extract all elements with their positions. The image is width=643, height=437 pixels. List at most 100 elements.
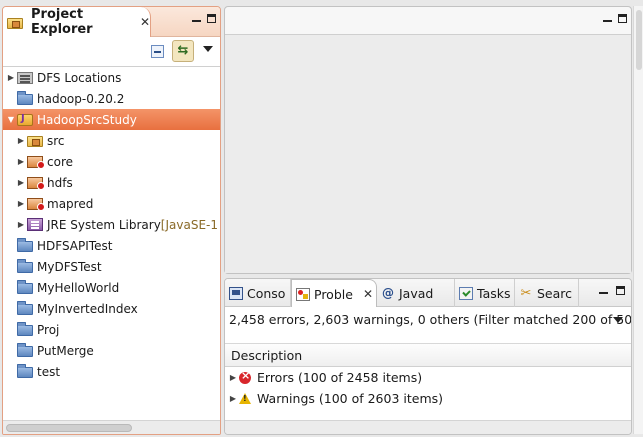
tasks-icon xyxy=(459,286,473,300)
expand-arrow-icon[interactable]: ▶ xyxy=(15,199,27,208)
tree-item-label: core xyxy=(47,154,73,169)
close-icon[interactable]: ✕ xyxy=(363,287,373,301)
view-menu-icon[interactable] xyxy=(203,46,213,52)
tree-item-label: src xyxy=(47,133,65,148)
folder-icon xyxy=(17,259,33,273)
maximize-icon[interactable] xyxy=(616,286,625,295)
vertical-scrollbar[interactable] xyxy=(633,6,643,434)
tree-item[interactable]: ▶ hdfs xyxy=(3,172,220,193)
expand-arrow-icon[interactable]: ▶ xyxy=(15,136,27,145)
minimize-icon[interactable] xyxy=(192,19,201,22)
tree-item[interactable]: MyHelloWorld xyxy=(3,277,220,298)
minimize-icon[interactable] xyxy=(603,19,612,22)
horizontal-scrollbar[interactable] xyxy=(3,420,220,434)
tab-conso[interactable]: Conso xyxy=(225,279,291,307)
tree-item-label: MyInvertedIndex xyxy=(37,301,138,316)
expand-arrow-icon[interactable]: ▶ xyxy=(5,73,17,82)
project-explorer-tabbar: Project Explorer ✕ xyxy=(3,7,220,37)
dfs-locations-icon xyxy=(17,71,33,84)
column-header-description[interactable]: Description xyxy=(225,344,631,367)
close-icon[interactable]: ✕ xyxy=(140,15,150,29)
tree-item[interactable]: ▶ src xyxy=(3,130,220,151)
search-icon: ✂ xyxy=(520,285,532,301)
tree-item[interactable]: ▶ DFS Locations xyxy=(3,67,220,88)
list-item-label: Errors (100 of 2458 items) xyxy=(257,370,423,385)
link-with-editor-icon[interactable]: ⇆ xyxy=(172,40,194,62)
source-folder-icon xyxy=(27,136,43,147)
expand-arrow-icon[interactable]: ▶ xyxy=(15,178,27,187)
divider xyxy=(225,332,631,344)
scrollbar-thumb[interactable] xyxy=(636,10,642,70)
javadoc-icon: @ xyxy=(382,285,394,300)
folder-icon xyxy=(17,280,33,294)
folder-icon xyxy=(17,322,33,336)
tree-item[interactable]: Proj xyxy=(3,319,220,340)
folder-icon xyxy=(17,301,33,315)
tree-item[interactable]: ▶ JRE System Library [JavaSE-1 xyxy=(3,214,220,235)
project-explorer-toolbar: ⇆ xyxy=(3,37,220,67)
tree-item[interactable]: ▼ HadoopSrcStudy xyxy=(3,109,220,130)
project-explorer-view: Project Explorer ✕ ⇆ ▶ DFS Locations hadoo… xyxy=(2,6,221,435)
maximize-icon[interactable] xyxy=(618,14,627,23)
tree-item[interactable]: ▶ mapred xyxy=(3,193,220,214)
tab-javad[interactable]: @ Javad xyxy=(377,279,455,307)
tree-item[interactable]: HDFSAPITest xyxy=(3,235,220,256)
tree-item[interactable]: ▶ core xyxy=(3,151,220,172)
package-error-icon xyxy=(27,155,45,169)
tree-item-label: HadoopSrcStudy xyxy=(37,112,137,127)
tab-searc[interactable]: ✂ Searc xyxy=(515,279,579,307)
expand-arrow-icon[interactable]: ▶ xyxy=(15,220,27,229)
tab-tasks[interactable]: Tasks xyxy=(455,279,515,307)
project-tree: ▶ DFS Locations hadoop-0.20.2 ▼ HadoopSrcStu… xyxy=(3,67,220,403)
tree-item[interactable]: MyDFSTest xyxy=(3,256,220,277)
scrollbar-thumb[interactable] xyxy=(6,424,132,432)
folder-icon xyxy=(17,343,33,357)
warning-icon xyxy=(239,393,251,404)
problems-summary-text: 2,458 errors, 2,603 warnings, 0 others (… xyxy=(229,312,631,327)
tree-item[interactable]: test xyxy=(3,361,220,382)
project-explorer-title: Project Explorer xyxy=(31,7,93,37)
tab-label: Proble xyxy=(314,286,353,302)
view-menu-icon[interactable] xyxy=(613,317,623,323)
problems-summary: 2,458 errors, 2,603 warnings, 0 others (… xyxy=(225,307,631,332)
tree-item-label: JRE System Library xyxy=(47,217,161,232)
tree-item-label: hdfs xyxy=(47,175,73,190)
list-item-label: Warnings (100 of 2603 items) xyxy=(257,391,444,406)
tree-item-suffix: [JavaSE-1 xyxy=(160,217,218,232)
list-item[interactable]: ▶ Warnings (100 of 2603 items) xyxy=(225,388,631,409)
tree-item[interactable]: hadoop-0.20.2 xyxy=(3,88,220,109)
tree-item-label: test xyxy=(37,364,61,379)
tab-proble[interactable]: Proble ✕ xyxy=(291,279,377,308)
folder-icon xyxy=(17,91,33,105)
tab-project-explorer[interactable]: Project Explorer ✕ xyxy=(3,7,151,37)
problems-panel: Conso Proble ✕ @ Javad Tasks ✂ Searc 2,458 erro… xyxy=(224,278,632,435)
tree-item-label: PutMerge xyxy=(37,343,94,358)
tree-item-label: MyDFSTest xyxy=(37,259,102,274)
folder-icon xyxy=(17,238,33,252)
package-error-icon xyxy=(27,176,45,190)
package-error-icon xyxy=(27,197,45,211)
column-header-label: Description xyxy=(231,347,303,363)
console-icon xyxy=(229,286,243,300)
expand-arrow-icon[interactable]: ▶ xyxy=(15,157,27,166)
horizontal-scrollbar[interactable] xyxy=(225,420,631,434)
collapse-all-icon[interactable] xyxy=(151,45,164,58)
tree-item[interactable]: MyInvertedIndex xyxy=(3,298,220,319)
editor-body[interactable] xyxy=(225,35,631,273)
tree-item-label: hadoop-0.20.2 xyxy=(37,91,125,106)
editor-area xyxy=(224,6,632,274)
list-item[interactable]: ▶ Errors (100 of 2458 items) xyxy=(225,367,631,388)
tree-item-label: mapred xyxy=(47,196,94,211)
expand-arrow-icon[interactable]: ▶ xyxy=(227,373,239,382)
maximize-icon[interactable] xyxy=(207,14,216,23)
expand-arrow-icon[interactable]: ▶ xyxy=(227,394,239,403)
java-project-icon xyxy=(17,113,33,126)
minimize-icon[interactable] xyxy=(599,291,608,294)
project-explorer-icon xyxy=(7,17,23,29)
problems-list: ▶ Errors (100 of 2458 items) ▶ Warnings (10… xyxy=(225,367,631,409)
error-icon xyxy=(239,369,251,384)
folder-icon xyxy=(17,364,33,378)
tree-item[interactable]: PutMerge xyxy=(3,340,220,361)
expand-arrow-icon[interactable]: ▼ xyxy=(5,115,17,124)
tree-item-label: HDFSAPITest xyxy=(37,238,113,253)
